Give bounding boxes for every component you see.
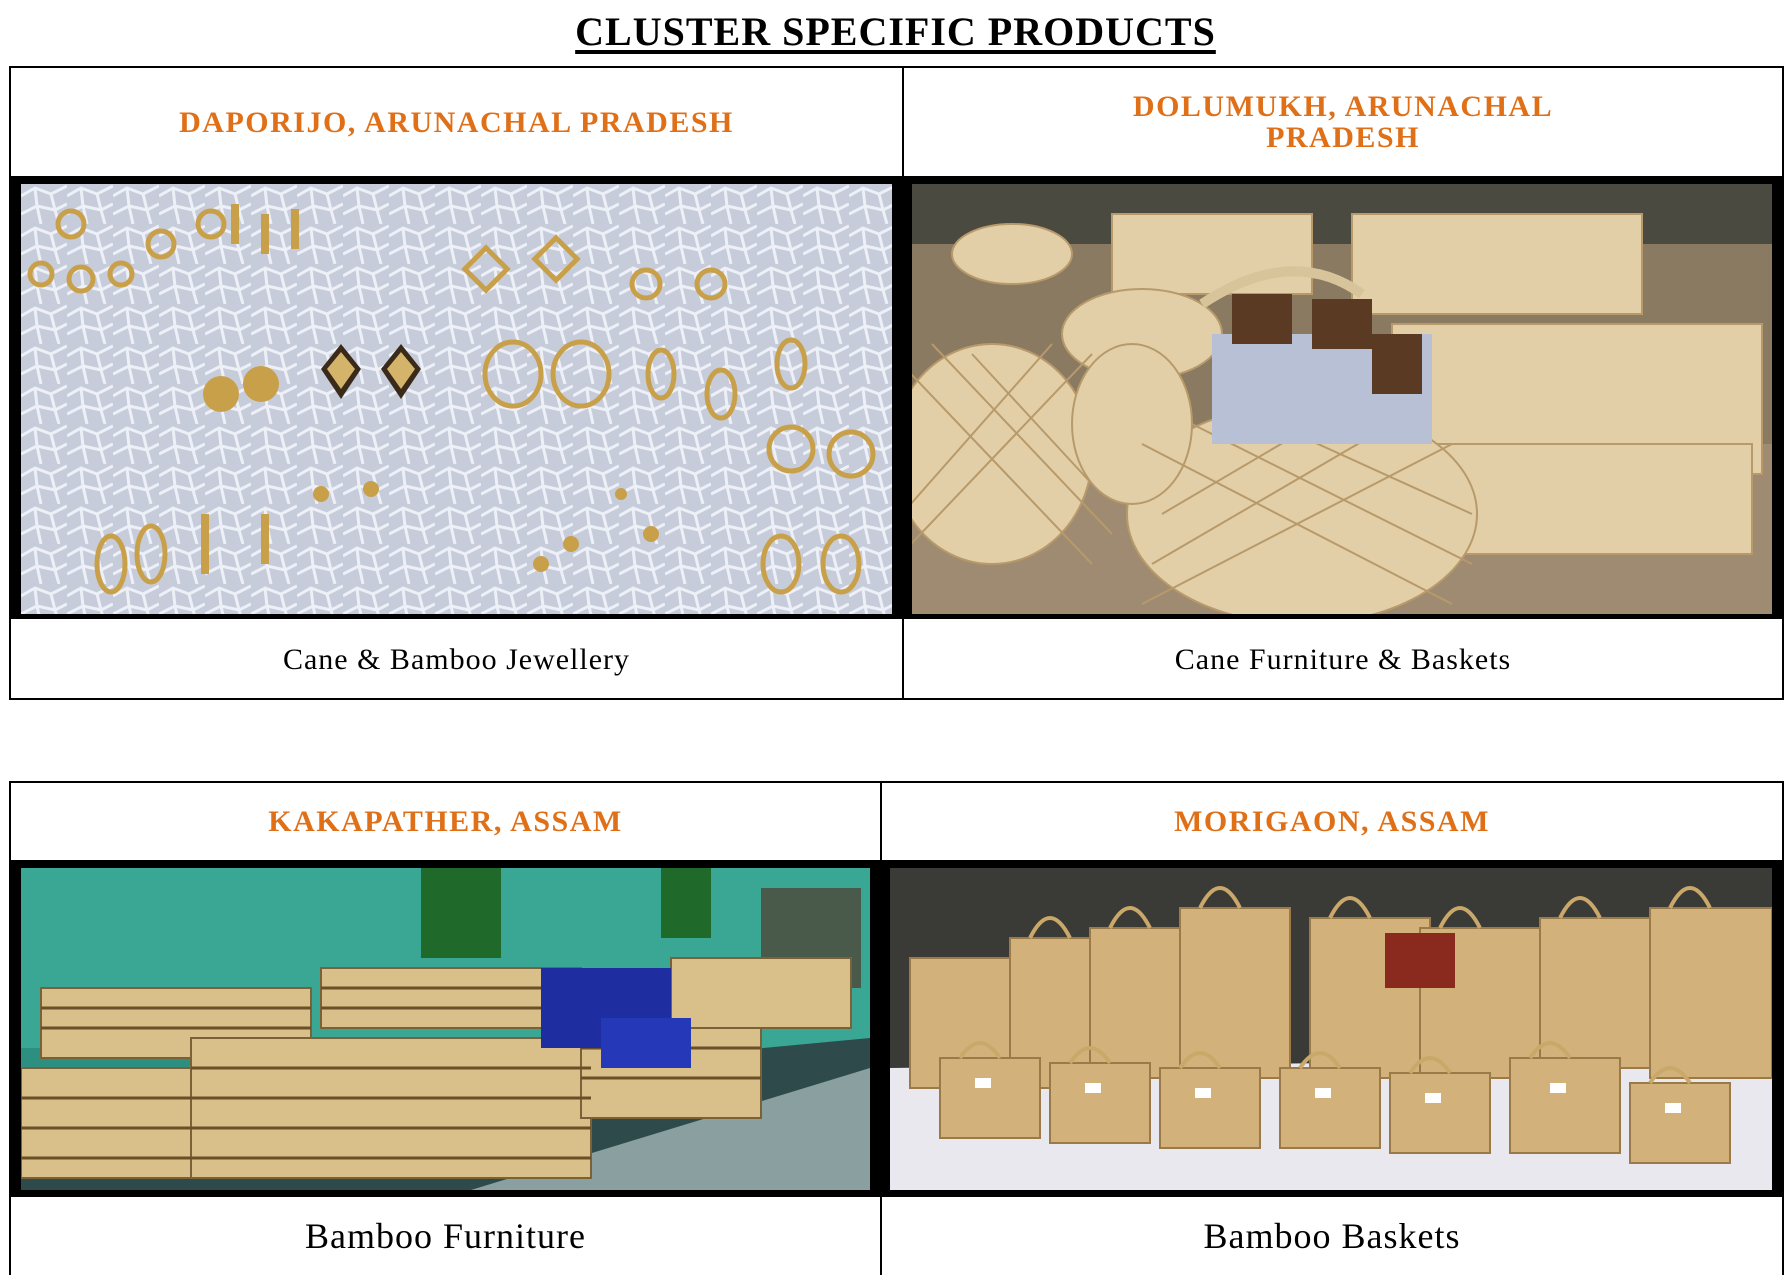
photo-bamboo-jewellery — [11, 178, 902, 617]
cluster-cell-dolumukh: DOLUMUKH, ARUNACHAL PRADESH Cane Furnitu… — [902, 68, 1782, 702]
cluster-caption: Cane & Bamboo Jewellery — [282, 642, 631, 676]
cluster-location: MORIGAON, ASSAM — [1174, 805, 1490, 838]
photo-cane-furniture-baskets — [902, 178, 1782, 617]
cluster-cell-daporijo: DAPORIJO, ARUNACHAL PRADESH Cane & Bambo… — [11, 68, 902, 702]
cluster-caption: Bamboo Baskets — [1203, 1216, 1461, 1256]
page-title: CLUSTER SPECIFIC PRODUCTS — [575, 9, 1216, 54]
cluster-caption: Bamboo Furniture — [305, 1216, 586, 1256]
cluster-cell-morigaon: MORIGAON, ASSAM Bamboo Baskets — [880, 783, 1782, 1275]
cluster-table-bottom: KAKAPATHER, ASSAM Bamboo Furniture MORIG… — [9, 781, 1784, 1275]
photo-bamboo-baskets — [880, 862, 1782, 1195]
cluster-location: KAKAPATHER, ASSAM — [268, 805, 623, 838]
cluster-location: DAPORIJO, ARUNACHAL PRADESH — [179, 105, 734, 139]
photo-bamboo-furniture — [11, 862, 880, 1195]
cluster-cell-kakapather: KAKAPATHER, ASSAM Bamboo Furniture — [11, 783, 880, 1275]
cluster-location: DOLUMUKH, ARUNACHAL PRADESH — [1132, 90, 1554, 154]
cluster-table-top: DAPORIJO, ARUNACHAL PRADESH Cane & Bambo… — [9, 66, 1784, 700]
cluster-caption: Cane Furniture & Baskets — [1174, 642, 1512, 676]
